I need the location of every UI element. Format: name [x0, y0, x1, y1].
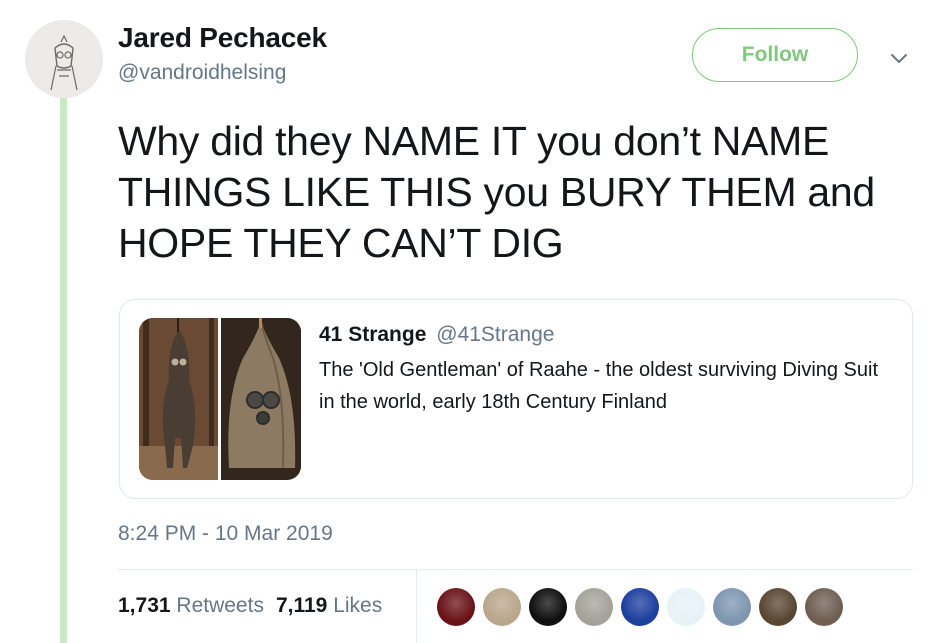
liker-avatar-7[interactable]: [713, 588, 751, 626]
follow-button[interactable]: Follow: [692, 28, 858, 82]
liker-avatar-8[interactable]: [759, 588, 797, 626]
author-avatar[interactable]: [25, 20, 103, 98]
chevron-down-icon[interactable]: [887, 46, 911, 70]
tweet-stats: 1,731 Retweets 7,119 Likes: [118, 594, 382, 618]
author-display-name[interactable]: Jared Pechacek: [118, 22, 327, 54]
quote-author-handle[interactable]: @41Strange: [436, 323, 554, 346]
tweet-text: Why did they NAME IT you don’t NAME THIN…: [118, 118, 875, 266]
retweets-stat[interactable]: 1,731 Retweets: [118, 594, 264, 618]
liker-avatar-1[interactable]: [437, 588, 475, 626]
likes-label: Likes: [333, 594, 383, 617]
quote-image-diving-suit-full[interactable]: [139, 318, 218, 480]
liker-avatar-2[interactable]: [483, 588, 521, 626]
liker-avatar-5[interactable]: [621, 588, 659, 626]
quote-text: The 'Old Gentleman' of Raahe - the oldes…: [319, 359, 879, 413]
retweets-count: 1,731: [118, 594, 171, 617]
liker-avatar-3[interactable]: [529, 588, 567, 626]
likes-stat[interactable]: 7,119 Likes: [276, 594, 382, 618]
retweets-label: Retweets: [176, 594, 264, 617]
liker-avatar-6[interactable]: [667, 588, 705, 626]
author-handle[interactable]: @vandroidhelsing: [118, 61, 286, 85]
liker-avatars: [437, 588, 843, 626]
divider: [118, 569, 913, 570]
quoted-tweet-card[interactable]: 41 Strange @41Strange The 'Old Gentleman…: [119, 299, 913, 499]
quote-author-name[interactable]: 41 Strange: [319, 323, 426, 346]
likes-count: 7,119: [275, 594, 328, 617]
thread-line: [60, 98, 67, 643]
liker-avatar-9[interactable]: [805, 588, 843, 626]
quote-author[interactable]: 41 Strange @41Strange: [319, 323, 554, 347]
liker-avatar-4[interactable]: [575, 588, 613, 626]
stats-divider: [416, 570, 417, 643]
quote-image-diving-suit-helmet[interactable]: [221, 318, 301, 480]
tweet-timestamp[interactable]: 8:24 PM - 10 Mar 2019: [118, 522, 333, 546]
